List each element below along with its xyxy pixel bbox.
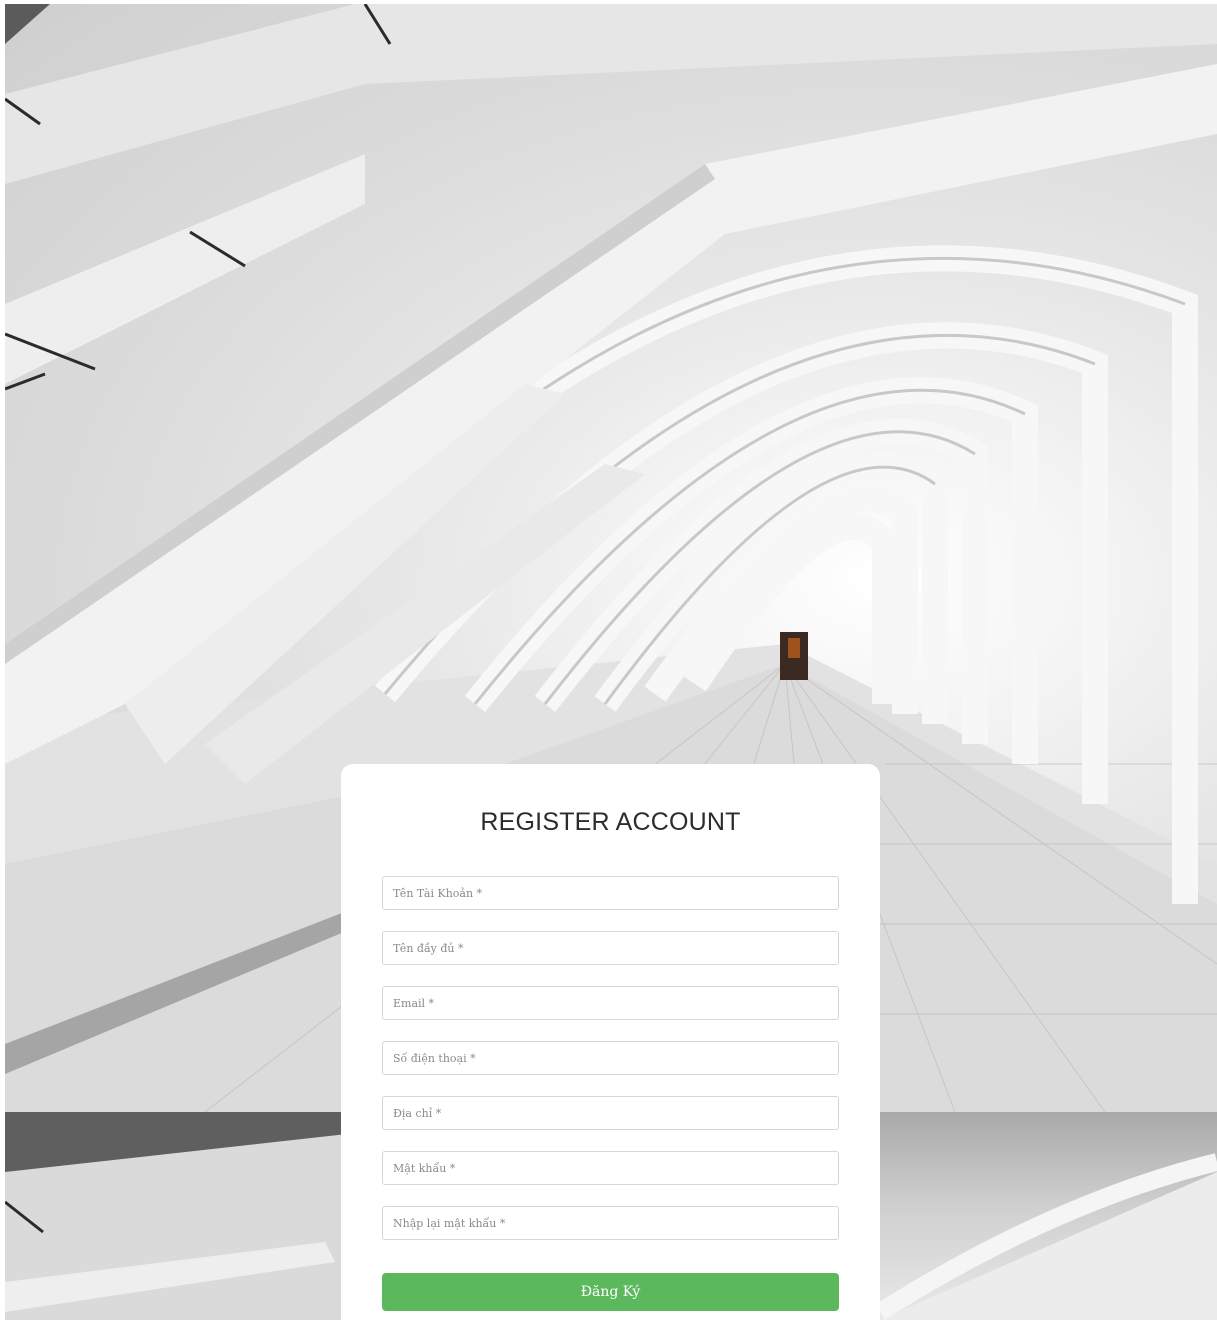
email-input[interactable] xyxy=(382,986,839,1020)
page-title: REGISTER ACCOUNT xyxy=(480,808,741,836)
address-input[interactable] xyxy=(382,1096,839,1130)
confirm-password-input[interactable] xyxy=(382,1206,839,1240)
register-button[interactable]: Đăng Ký xyxy=(382,1273,839,1311)
phone-input[interactable] xyxy=(382,1041,839,1075)
register-card: REGISTER ACCOUNT Đăng Ký xyxy=(341,764,880,1334)
password-input[interactable] xyxy=(382,1151,839,1185)
fullname-input[interactable] xyxy=(382,931,839,965)
register-form: Đăng Ký xyxy=(382,876,839,1311)
username-input[interactable] xyxy=(382,876,839,910)
